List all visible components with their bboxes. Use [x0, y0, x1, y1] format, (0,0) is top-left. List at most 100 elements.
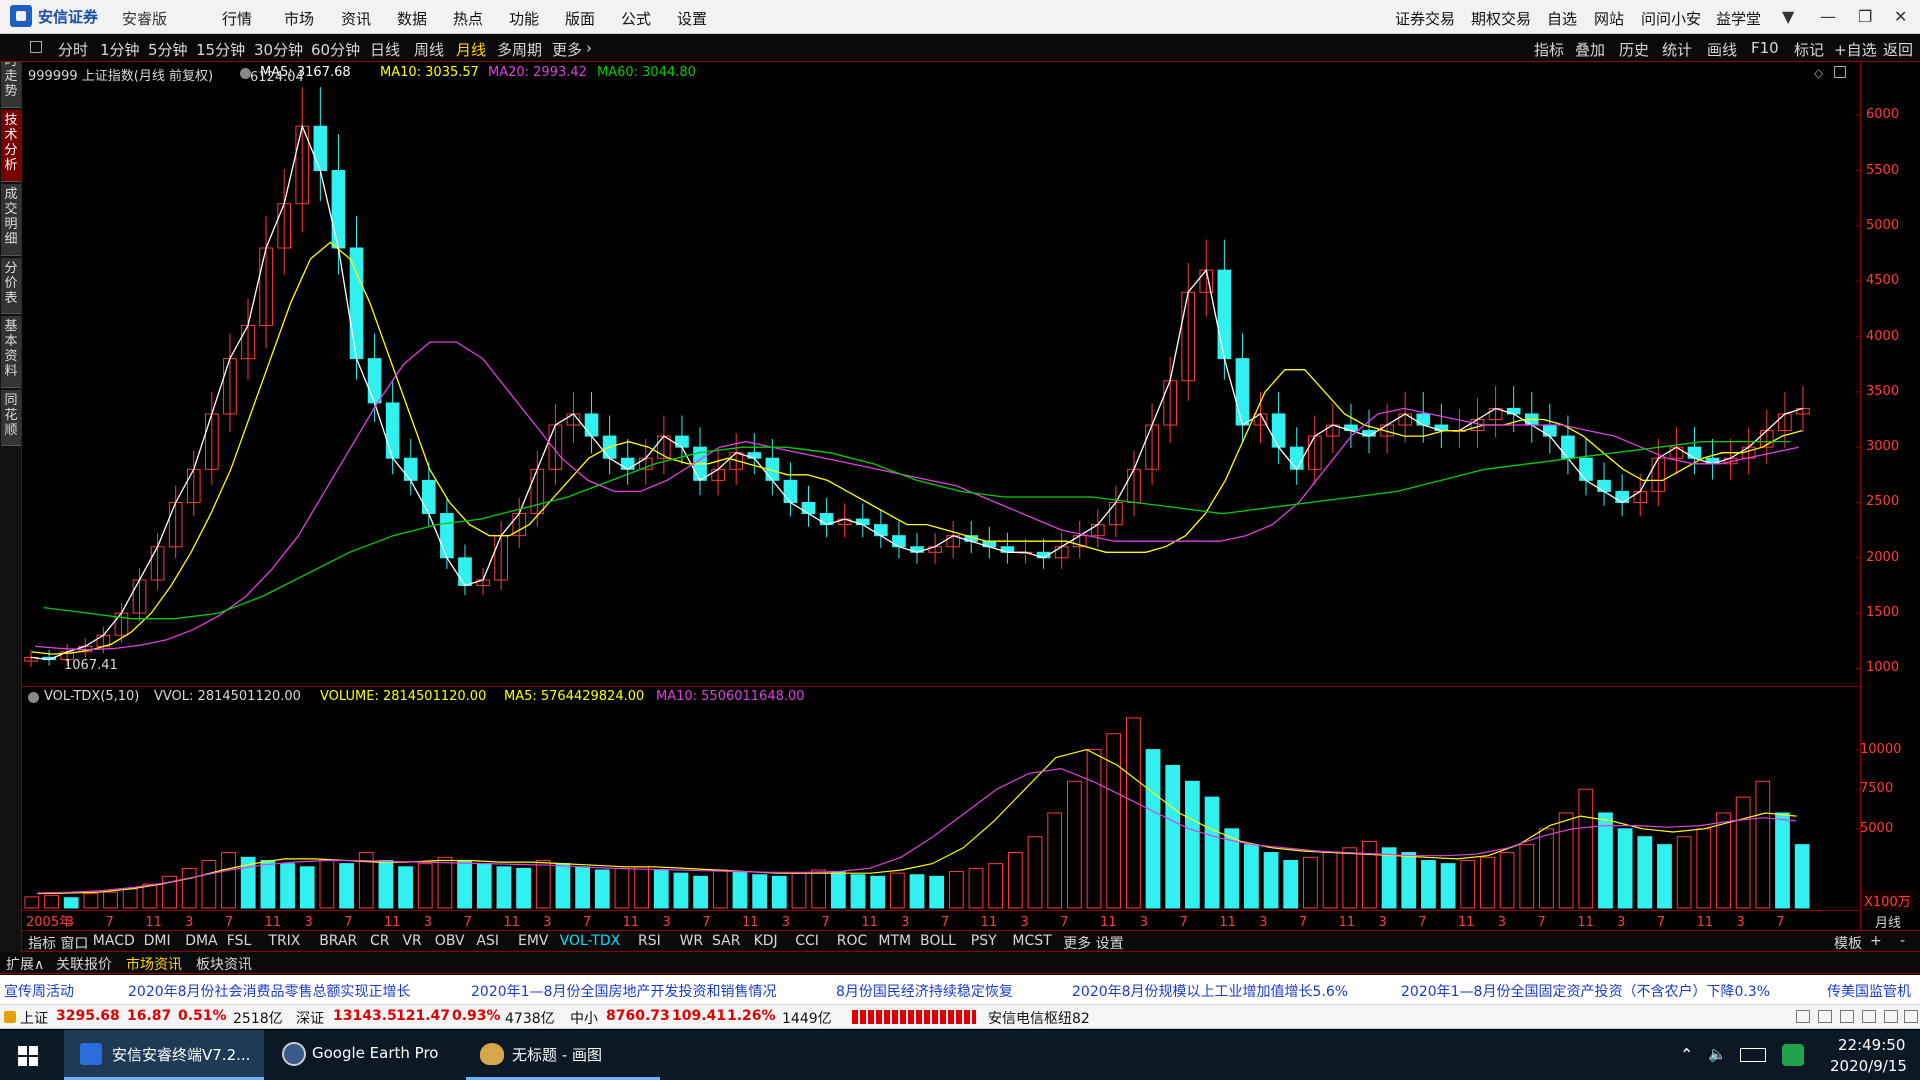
indicator-tab[interactable]: DMA [185, 933, 217, 949]
indicator-tab[interactable]: 窗口 [60, 933, 88, 953]
menu-market[interactable]: 市场 [284, 8, 314, 29]
indicator-tab[interactable]: OBV [435, 933, 465, 949]
menu-data[interactable]: 数据 [397, 8, 427, 29]
menu-layout[interactable]: 版面 [565, 8, 595, 29]
taskbar-date[interactable]: 2020/9/15 [1830, 1057, 1907, 1075]
indicator-tab[interactable]: BRAR [319, 933, 357, 949]
tool-add-watchlist[interactable]: +自选 [1834, 39, 1877, 60]
status-icon-6[interactable] [1904, 1010, 1918, 1023]
menu-news[interactable]: 资讯 [341, 8, 371, 29]
indicator-tab[interactable]: EMV [518, 933, 549, 949]
indicator-tab[interactable]: MACD [93, 933, 135, 949]
indicator-tab[interactable]: CCI [795, 933, 819, 949]
chevron-right-icon[interactable]: › [586, 39, 592, 57]
menu-yixuetang[interactable]: 益学堂 [1716, 8, 1761, 29]
taskbar-app-anxin[interactable]: 安信安睿终端V7.2... [64, 1030, 264, 1080]
close-icon[interactable]: ✕ [1894, 7, 1907, 26]
indicator-tab[interactable]: MTM [878, 933, 911, 949]
menu-settings[interactable]: 设置 [677, 8, 707, 29]
period-30min[interactable]: 30分钟 [254, 39, 303, 60]
period-60min[interactable]: 60分钟 [311, 39, 360, 60]
vtab-price-table[interactable]: 分价表 [1, 258, 21, 314]
minimize-icon[interactable]: — [1820, 7, 1836, 26]
indicator-tab[interactable]: RSI [638, 933, 661, 949]
period-1min[interactable]: 1分钟 [100, 39, 140, 60]
indicator-tab[interactable]: ASI [476, 933, 499, 949]
indicator-tab[interactable]: DMI [144, 933, 171, 949]
news-item[interactable]: 2020年1—8月份全国房地产开发投资和销售情况 [471, 981, 776, 1001]
tool-statistics[interactable]: 统计 [1662, 39, 1692, 60]
vtab-basic-info[interactable]: 基本资料 [1, 316, 21, 388]
period-weekly[interactable]: 周线 [414, 39, 444, 60]
period-daily[interactable]: 日线 [370, 39, 400, 60]
menu-website[interactable]: 网站 [1594, 8, 1624, 29]
windows-start-icon[interactable] [18, 1046, 38, 1066]
news-item[interactable]: 8月份国民经济持续稳定恢复 [836, 981, 1013, 1001]
tool-mark[interactable]: 标记 [1794, 39, 1824, 60]
indicator-tab[interactable]: 设置 [1096, 933, 1124, 953]
status-icon-1[interactable] [1796, 1010, 1810, 1023]
period-monthly[interactable]: 月线 [456, 39, 486, 60]
taskbar-time[interactable]: 22:49:50 [1838, 1036, 1905, 1054]
info-expand[interactable]: 扩展∧ [6, 954, 44, 974]
period-5min[interactable]: 5分钟 [148, 39, 188, 60]
menu-ask-anxin[interactable]: 问问小安 [1641, 8, 1701, 29]
price-chart-pane[interactable]: 999999 上证指数(月线 前复权) MA5: 3167.68 MA10: 3… [22, 62, 1860, 687]
news-item[interactable]: 宣传周活动 [4, 981, 74, 1001]
status-icon-2[interactable] [1818, 1010, 1832, 1023]
menu-securities-trade[interactable]: 证券交易 [1395, 8, 1455, 29]
menu-watchlist[interactable]: 自选 [1547, 8, 1577, 29]
zoom-in-button[interactable]: + [1870, 933, 1882, 949]
tray-app-icon[interactable] [1782, 1044, 1804, 1066]
zoom-out-button[interactable]: - [1900, 933, 1905, 949]
vtab-technical-analysis[interactable]: 技术分析 [1, 110, 21, 182]
news-item[interactable]: 传美国监管机 [1827, 981, 1911, 1001]
period-timeshare[interactable]: 分时 [58, 39, 88, 60]
news-item[interactable]: 2020年8月份规模以上工业增加值增长5.6% [1072, 981, 1348, 1001]
indicator-tab[interactable]: SAR [712, 933, 740, 949]
indicator-tab[interactable]: MCST [1012, 933, 1051, 949]
taskbar-app-google-earth[interactable]: Google Earth Pro [270, 1030, 460, 1080]
news-item[interactable]: 2020年8月份社会消费品零售总额实现正增长 [128, 981, 411, 1001]
info-related-quotes[interactable]: 关联报价 [56, 954, 112, 974]
tool-history[interactable]: 历史 [1619, 39, 1649, 60]
menu-functions[interactable]: 功能 [509, 8, 539, 29]
indicator-tab[interactable]: WR [680, 933, 704, 949]
menu-options-trade[interactable]: 期权交易 [1471, 8, 1531, 29]
volume-icon[interactable]: 🔈 [1708, 1045, 1727, 1063]
candlestick-chart[interactable] [22, 62, 1860, 687]
vtab-tonghuashun[interactable]: 同花顺 [1, 390, 21, 446]
status-icon-5[interactable] [1884, 1010, 1898, 1023]
period-multi[interactable]: 多周期 [497, 39, 542, 60]
taskbar-app-paint[interactable]: 无标题 - 画图 [466, 1030, 660, 1080]
indicator-tab[interactable]: VOL-TDX [560, 933, 621, 949]
tool-draw-line[interactable]: 画线 [1707, 39, 1737, 60]
status-menu-icon[interactable] [4, 1011, 16, 1023]
keyboard-icon[interactable] [1740, 1048, 1766, 1062]
indicator-tab[interactable]: TRIX [268, 933, 300, 949]
news-item[interactable]: 2020年1—8月份全国固定资产投资（不含农户）下降0.3% [1401, 981, 1770, 1001]
tool-back[interactable]: 返回 [1883, 39, 1913, 60]
menu-quotes[interactable]: 行情 [222, 8, 252, 29]
indicator-tab[interactable]: ROC [837, 933, 868, 949]
indicator-tab[interactable]: VR [402, 933, 421, 949]
indicator-tab[interactable]: CR [370, 933, 390, 949]
panel-toggle-icon[interactable] [30, 41, 42, 53]
indicator-tab[interactable]: 更多 [1063, 933, 1091, 953]
indicator-tab[interactable]: PSY [971, 933, 997, 949]
info-market-news[interactable]: 市场资讯 [126, 954, 182, 974]
indicator-tab[interactable]: BOLL [920, 933, 956, 949]
menu-hot[interactable]: 热点 [453, 8, 483, 29]
volume-chart[interactable] [22, 688, 1860, 910]
indicator-tab[interactable]: KDJ [754, 933, 778, 949]
vtab-trade-details[interactable]: 成交明细 [1, 184, 21, 256]
indicator-tab[interactable]: 指标 [28, 933, 56, 953]
indicator-tab[interactable]: FSL [227, 933, 252, 949]
pin-icon[interactable]: ▼ [1782, 7, 1794, 26]
volume-pane[interactable]: VOL-TDX(5,10) VVOL: 2814501120.00 VOLUME… [22, 688, 1913, 910]
template-button[interactable]: 模板 [1834, 933, 1862, 953]
restore-icon[interactable]: ❐ [1858, 7, 1872, 26]
menu-formula[interactable]: 公式 [621, 8, 651, 29]
tool-f10[interactable]: F10 [1751, 39, 1779, 57]
period-more[interactable]: 更多 [552, 39, 582, 60]
